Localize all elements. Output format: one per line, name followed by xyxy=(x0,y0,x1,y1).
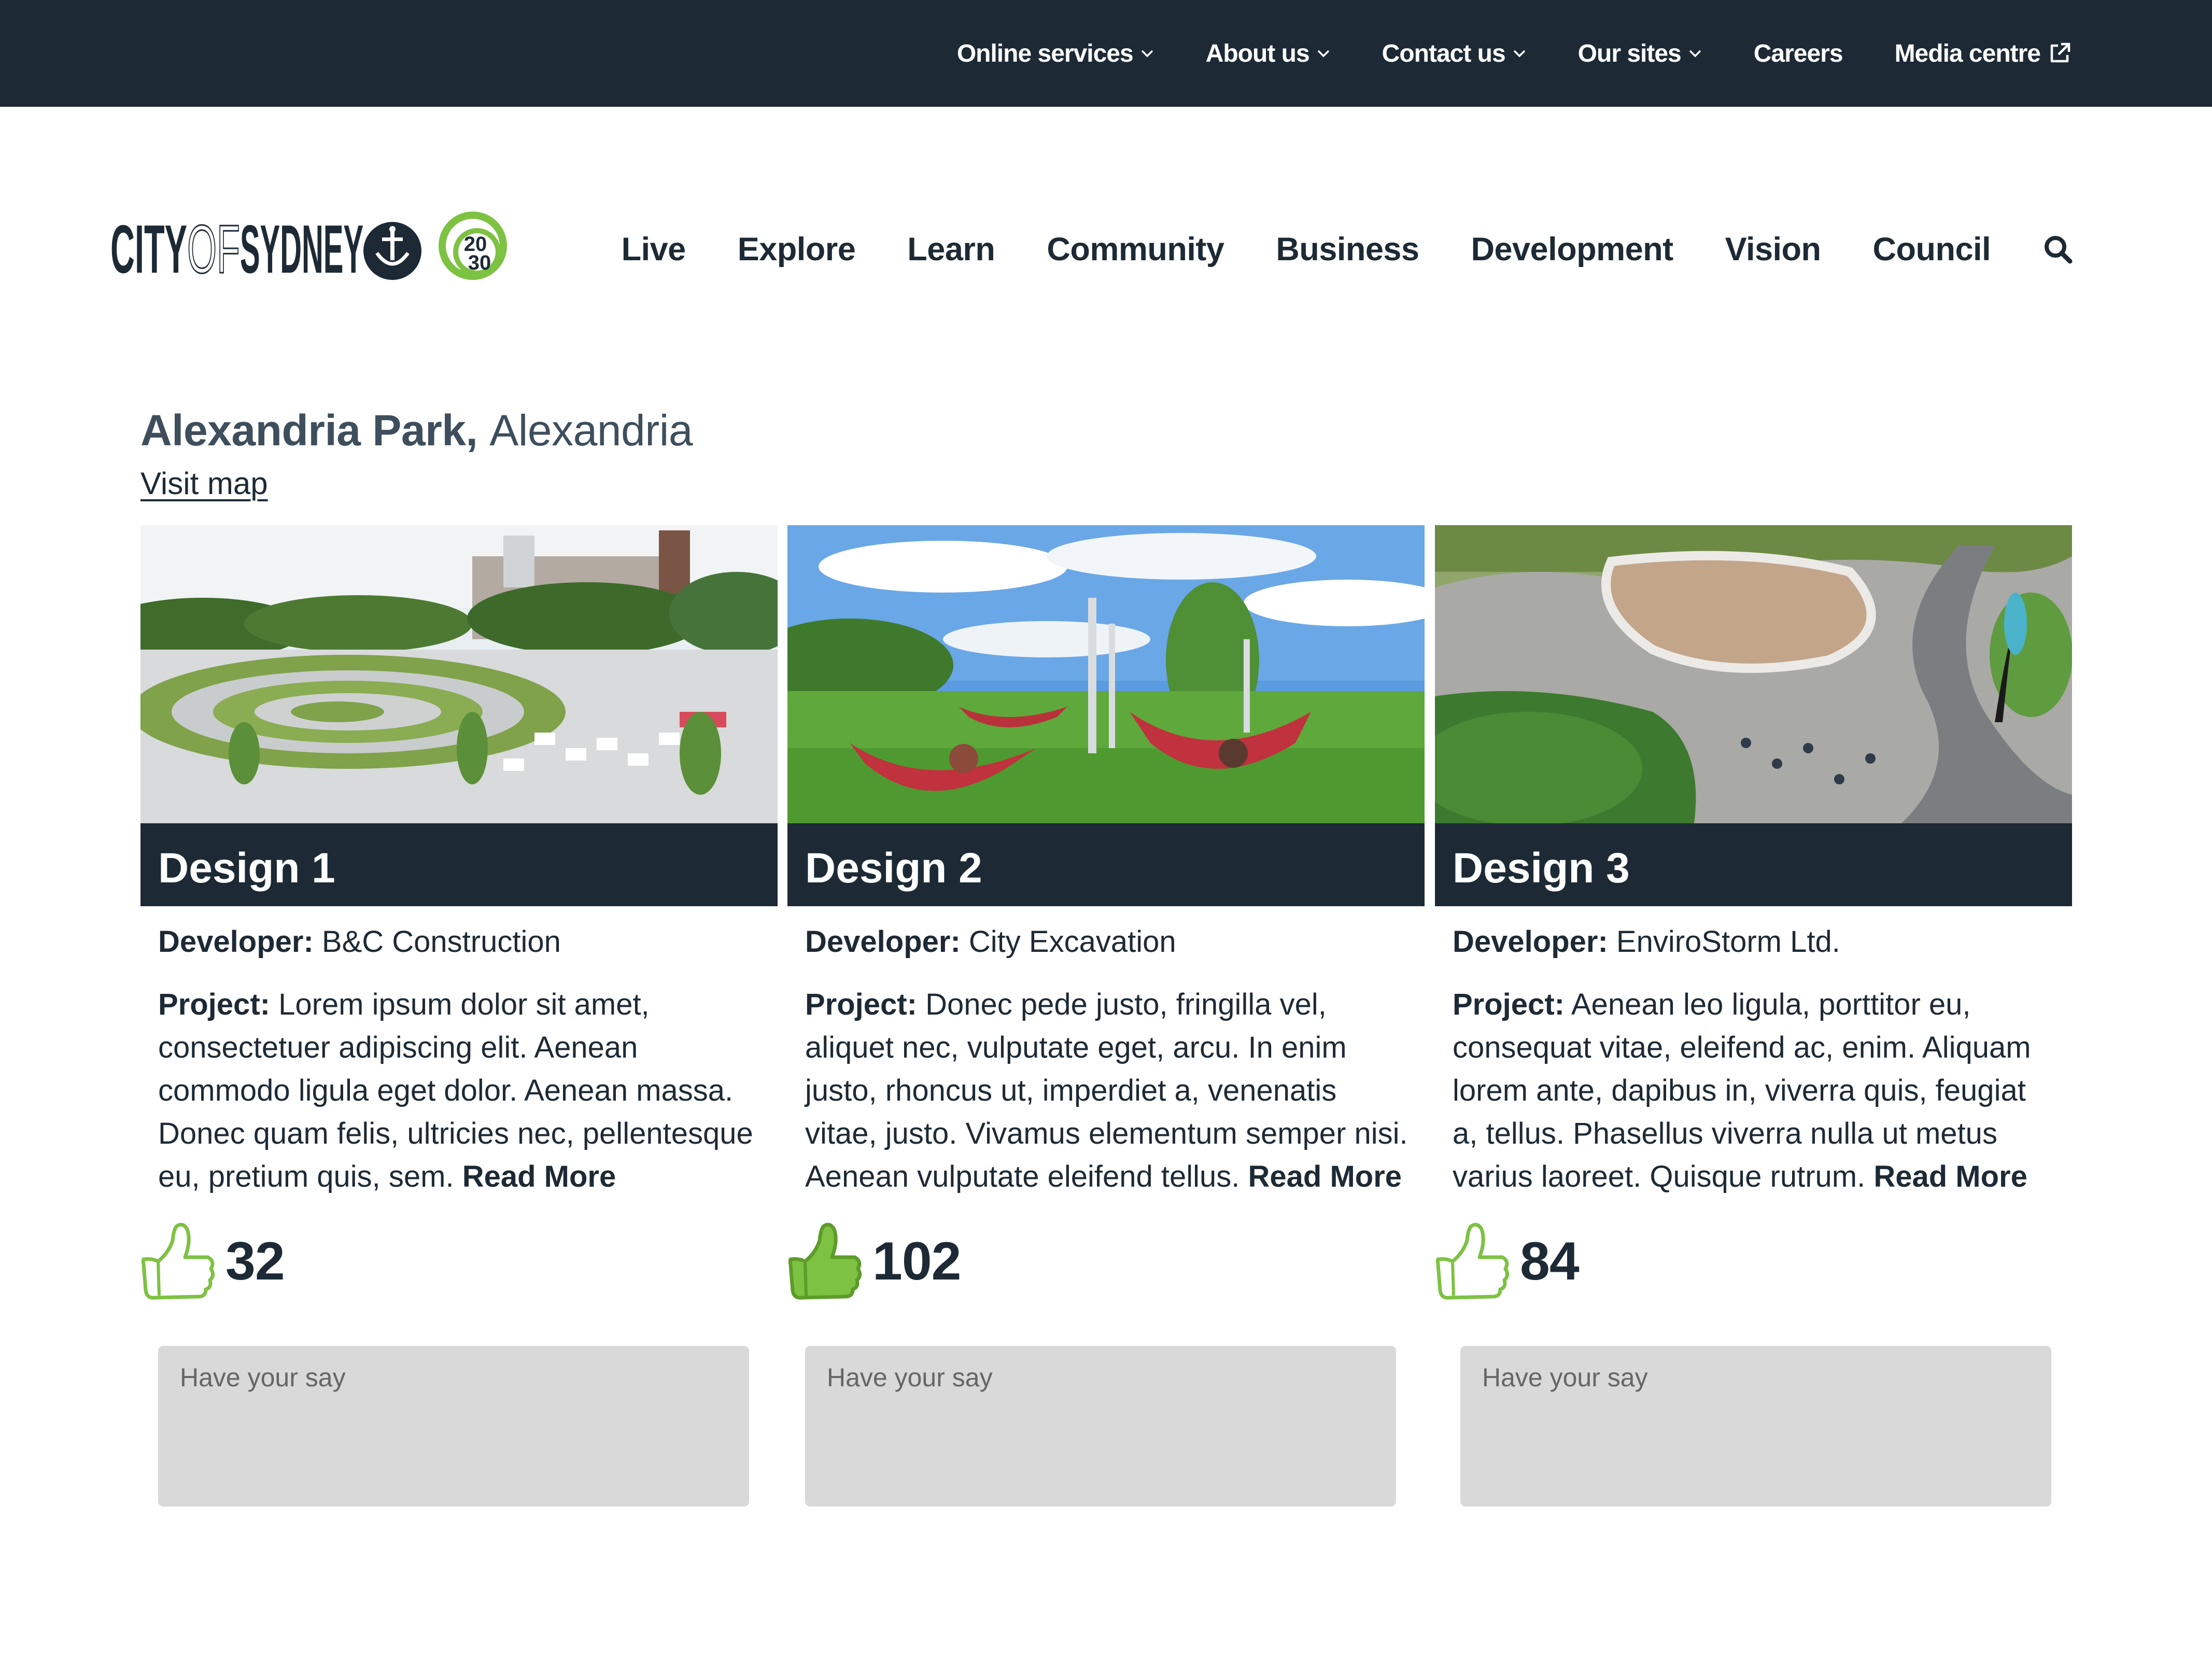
chevron-down-icon xyxy=(1513,50,1525,58)
chevron-down-icon xyxy=(1689,50,1701,58)
developer-name: City Excavation xyxy=(968,925,1176,959)
developer-name: EnviroStorm Ltd. xyxy=(1616,925,1840,959)
nav-vision[interactable]: Vision xyxy=(1725,231,1821,268)
logo-of-text: OF xyxy=(187,211,240,287)
utility-online-services[interactable]: Online services xyxy=(957,39,1154,68)
badge-bottom-text: 30 xyxy=(468,251,491,274)
design-card-2: Design 2 Developer: City Excavation Proj… xyxy=(787,525,1425,1510)
nav-learn[interactable]: Learn xyxy=(907,231,995,268)
design-card-3: Design 3 Developer: EnviroStorm Ltd. Pro… xyxy=(1435,525,2072,1510)
sustainable-sydney-2030-badge: 20 30 xyxy=(439,212,507,280)
utility-bar: Online services About us Contact us Our … xyxy=(0,0,2212,107)
comment-input[interactable] xyxy=(1460,1346,2051,1507)
design-2-title: Design 2 xyxy=(805,845,982,892)
developer-label: Developer: xyxy=(158,925,314,959)
design-3-photo xyxy=(1435,525,2072,823)
utility-media-centre[interactable]: Media centre xyxy=(1895,39,2072,68)
search-button[interactable] xyxy=(2042,234,2074,265)
nav-explore[interactable]: Explore xyxy=(738,231,856,268)
utility-our-sites-label: Our sites xyxy=(1577,39,1682,67)
design-2-likes: 102 xyxy=(787,1220,962,1303)
nav-community[interactable]: Community xyxy=(1047,231,1224,268)
design-2-title-bar: Design 2 xyxy=(787,823,1425,906)
chevron-down-icon xyxy=(1141,50,1153,58)
nav-development[interactable]: Development xyxy=(1471,231,1673,268)
developer-name: B&C Construction xyxy=(321,925,561,959)
thumbs-up-icon[interactable] xyxy=(140,1220,215,1303)
comment-input[interactable] xyxy=(805,1346,1396,1507)
utility-online-services-label: Online services xyxy=(956,39,1134,67)
read-more-link[interactable]: Read More xyxy=(462,1160,616,1193)
design-2-photo xyxy=(787,525,1425,823)
utility-careers[interactable]: Careers xyxy=(1754,39,1843,68)
like-count: 102 xyxy=(872,1231,962,1291)
utility-our-sites[interactable]: Our sites xyxy=(1578,39,1702,68)
logo-sydney-text: SYDNEY xyxy=(240,211,363,287)
design-1-project: Project: Lorem ipsum dolor sit amet, con… xyxy=(158,983,765,1198)
visit-map-link[interactable]: Visit map xyxy=(140,466,268,501)
utility-about-us[interactable]: About us xyxy=(1206,39,1330,68)
project-label: Project: xyxy=(158,988,270,1021)
read-more-link[interactable]: Read More xyxy=(1248,1160,1402,1193)
main-nav: Live Explore Learn Community Business De… xyxy=(622,231,2074,268)
design-3-title-bar: Design 3 xyxy=(1435,823,2072,906)
developer-label: Developer: xyxy=(805,925,961,959)
thumbs-up-icon[interactable] xyxy=(1435,1220,1510,1303)
design-2-developer: Developer: City Excavation xyxy=(805,924,1176,959)
design-2-image[interactable] xyxy=(787,525,1425,823)
chevron-down-icon xyxy=(1317,50,1329,58)
nav-live[interactable]: Live xyxy=(622,231,686,268)
page-title-suburb: Alexandria xyxy=(489,406,693,455)
developer-label: Developer: xyxy=(1453,925,1608,959)
crest-icon xyxy=(363,222,421,280)
read-more-link[interactable]: Read More xyxy=(1873,1160,2027,1193)
design-1-title-bar: Design 1 xyxy=(140,823,778,906)
search-icon xyxy=(2045,236,2073,264)
design-1-developer: Developer: B&C Construction xyxy=(158,924,561,959)
design-1-photo xyxy=(140,525,778,823)
utility-contact-us-label: Contact us xyxy=(1382,39,1506,67)
design-1-title: Design 1 xyxy=(158,845,335,892)
comment-input[interactable] xyxy=(158,1346,749,1507)
logo-city-text: CITY xyxy=(110,211,187,287)
utility-careers-label: Careers xyxy=(1753,39,1843,67)
like-count: 32 xyxy=(226,1231,285,1291)
thumbs-up-icon[interactable] xyxy=(787,1220,862,1303)
design-3-image[interactable] xyxy=(1435,525,2072,823)
external-link-icon xyxy=(2050,43,2070,63)
main-header: CITY OF SYDNEY 20 30 Live Explore Learn … xyxy=(0,107,2212,392)
utility-media-centre-label: Media centre xyxy=(1894,39,2041,67)
design-3-project: Project: Aenean leo ligula, porttitor eu… xyxy=(1453,983,2059,1198)
project-label: Project: xyxy=(1453,988,1565,1021)
design-card-1: Design 1 Developer: B&C Construction Pro… xyxy=(140,525,778,1510)
page-title: Alexandria Park, Alexandria xyxy=(140,405,693,456)
nav-business[interactable]: Business xyxy=(1276,231,1419,268)
design-3-developer: Developer: EnviroStorm Ltd. xyxy=(1453,924,1840,959)
design-2-project: Project: Donec pede justo, fringilla vel… xyxy=(805,983,1412,1198)
design-1-likes: 32 xyxy=(140,1220,285,1303)
utility-nav: Online services About us Contact us Our … xyxy=(957,0,2072,107)
city-of-sydney-logo[interactable]: CITY OF SYDNEY 20 30 xyxy=(110,208,515,291)
design-3-title: Design 3 xyxy=(1453,845,1630,892)
utility-contact-us[interactable]: Contact us xyxy=(1382,39,1526,68)
project-label: Project: xyxy=(805,988,917,1021)
like-count: 84 xyxy=(1520,1231,1580,1291)
utility-about-us-label: About us xyxy=(1205,39,1310,67)
nav-council[interactable]: Council xyxy=(1873,231,1991,268)
page-title-park: Alexandria Park, xyxy=(140,406,478,455)
design-1-image[interactable] xyxy=(140,525,778,823)
design-3-likes: 84 xyxy=(1435,1220,1580,1303)
